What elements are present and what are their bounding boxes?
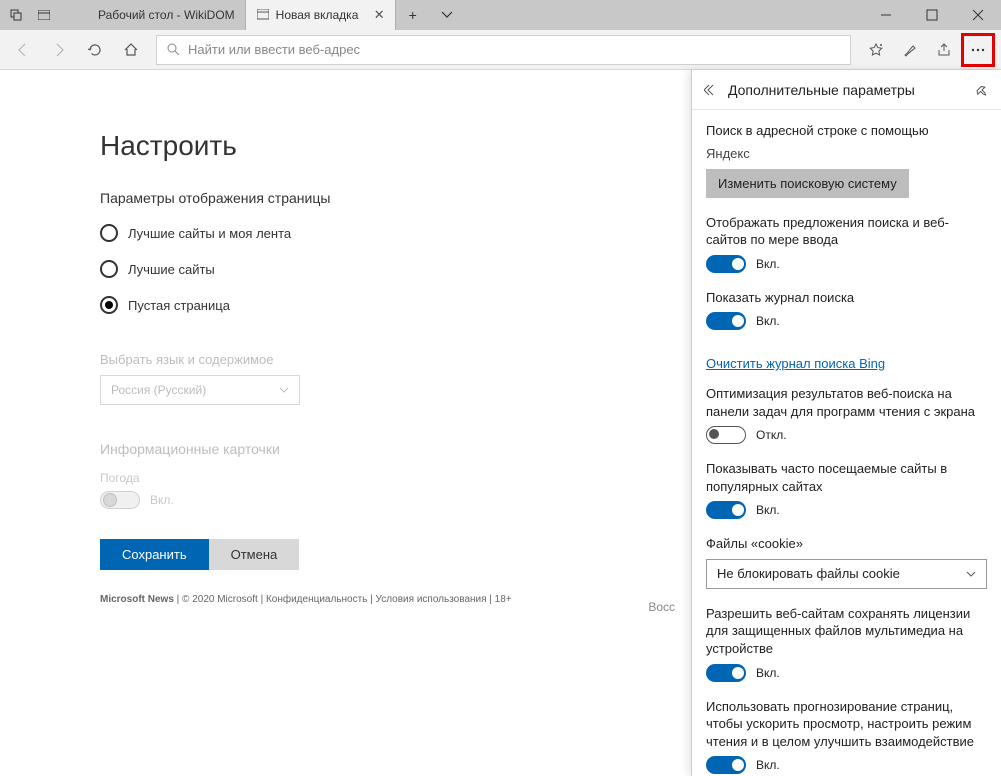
tabs-dropdown-button[interactable] [430,0,464,30]
radio-group-display: Лучшие сайты и моя лента Лучшие сайты Пу… [100,224,691,314]
toggle-state: Вкл. [756,666,780,680]
chevron-down-icon [279,385,289,395]
radio-blank-page[interactable]: Пустая страница [100,296,691,314]
optimize-label: Оптимизация результатов веб-поиска на па… [706,385,987,420]
tab-title: Рабочий стол - WikiDOM [98,8,235,22]
radio-icon [100,224,118,242]
language-select: Россия (Русский) [100,375,300,405]
address-input[interactable] [188,42,840,57]
weather-label: Погода [100,471,691,485]
system-icon-1[interactable] [4,0,28,30]
toggle-state: Вкл. [756,503,780,517]
panel-body: Поиск в адресной строке с помощью Яндекс… [692,110,1001,776]
window-controls [863,0,1001,30]
refresh-button[interactable] [78,33,112,67]
maximize-button[interactable] [909,0,955,30]
share-icon[interactable] [927,33,961,67]
tab-title: Новая вкладка [276,8,359,22]
clear-bing-history-link[interactable]: Очистить журнал поиска Bing [706,356,885,371]
tab-close-icon[interactable]: ✕ [374,7,385,23]
panel-title: Дополнительные параметры [728,82,975,98]
search-with-label: Поиск в адресной строке с помощью [706,122,987,140]
navbar [0,30,1001,70]
chevron-down-icon [966,569,976,579]
radio-label: Пустая страница [128,298,230,313]
minimize-button[interactable] [863,0,909,30]
prediction-label: Использовать прогнозирование страниц, чт… [706,698,987,751]
search-engine-value: Яндекс [706,146,987,161]
radio-top-sites[interactable]: Лучшие сайты [100,260,691,278]
toggle-state: Откл. [756,428,787,442]
new-tab-button[interactable]: + [396,0,430,30]
weather-toggle [100,491,140,509]
radio-icon [100,260,118,278]
toggle-state: Вкл. [756,758,780,772]
favorites-icon[interactable] [859,33,893,67]
panel-header: Дополнительные параметры [692,70,1001,110]
search-icon [167,43,180,56]
cookies-value: Не блокировать файлы cookie [717,566,900,581]
language-label: Выбрать язык и содержимое [100,352,691,367]
settings-flyout-panel: Дополнительные параметры Поиск в адресно… [691,70,1001,776]
toggle-state: Вкл. [756,314,780,328]
cancel-button[interactable]: Отмена [209,539,300,570]
toggle-state: Вкл. [756,257,780,271]
page-heading: Настроить [100,130,691,162]
content-area: Настроить Параметры отображения страницы… [0,70,1001,776]
cookies-label: Файлы «cookie» [706,535,987,553]
settings-page: Настроить Параметры отображения страницы… [0,70,691,776]
radio-top-sites-feed[interactable]: Лучшие сайты и моя лента [100,224,691,242]
radio-label: Лучшие сайты и моя лента [128,226,291,241]
language-value: Россия (Русский) [111,383,206,397]
tab-1[interactable]: Рабочий стол - WikiDOM [68,0,246,30]
radio-icon-selected [100,296,118,314]
top-sites-toggle[interactable] [706,501,746,519]
history-toggle[interactable] [706,312,746,330]
display-params-label: Параметры отображения страницы [100,190,691,206]
history-label: Показать журнал поиска [706,289,987,307]
tabs-strip: Рабочий стол - WikiDOM Новая вкладка ✕ + [68,0,863,30]
cookies-dropdown[interactable]: Не блокировать файлы cookie [706,559,987,589]
back-button[interactable] [6,33,40,67]
suggestions-toggle[interactable] [706,255,746,273]
address-bar[interactable] [156,35,851,65]
titlebar: Рабочий стол - WikiDOM Новая вкладка ✕ + [0,0,1001,30]
footer-brand: Microsoft News [100,594,174,605]
restore-hint-text: Восс [648,600,675,614]
system-icon-2[interactable] [32,0,56,30]
tab-2-active[interactable]: Новая вкладка ✕ [246,0,396,30]
save-button[interactable]: Сохранить [100,539,209,570]
panel-back-button[interactable] [704,83,718,97]
home-button[interactable] [114,33,148,67]
notes-icon[interactable] [893,33,927,67]
weather-toggle-state: Вкл. [150,493,174,507]
newtab-icon [256,8,270,22]
radio-label: Лучшие сайты [128,262,215,277]
top-sites-label: Показывать часто посещаемые сайты в попу… [706,460,987,495]
licenses-toggle[interactable] [706,664,746,682]
optimize-toggle[interactable] [706,426,746,444]
prediction-toggle[interactable] [706,756,746,774]
licenses-label: Разрешить веб-сайтам сохранять лицензии … [706,605,987,658]
pin-icon[interactable] [975,83,989,97]
footer: Microsoft News | © 2020 Microsoft | Конф… [100,594,691,605]
change-search-engine-button[interactable]: Изменить поисковую систему [706,169,909,198]
titlebar-left [0,0,60,30]
forward-button[interactable] [42,33,76,67]
favicon-icon [78,8,92,22]
suggestions-label: Отображать предложения поиска и веб-сайт… [706,214,987,249]
footer-text: | © 2020 Microsoft | Конфиденциальность … [174,594,512,605]
close-window-button[interactable] [955,0,1001,30]
info-cards-heading: Информационные карточки [100,441,691,457]
more-menu-button[interactable] [961,33,995,67]
